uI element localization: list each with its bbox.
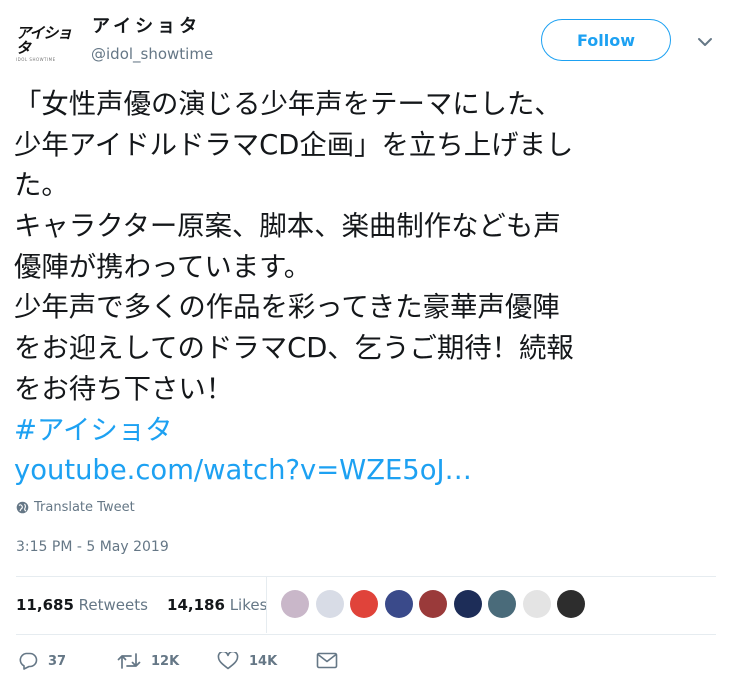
tweet-line: をお迎えしてのドラマCD、乞うご期待！続報 xyxy=(14,333,574,365)
tweet-line: 少年アイドルドラマCD企画」を立ち上げまし xyxy=(14,129,574,161)
logo-text: アイショタ xyxy=(16,24,72,57)
translate-tweet-link[interactable]: Translate Tweet xyxy=(16,500,135,515)
like-action[interactable]: 14K xyxy=(217,652,277,670)
divider xyxy=(16,576,716,577)
retweet-count: 12K xyxy=(151,653,180,669)
globe-icon xyxy=(16,501,29,514)
reply-count: 37 xyxy=(48,653,67,669)
follow-button[interactable]: Follow xyxy=(541,19,671,61)
youtube-link[interactable]: youtube.com/watch?v=WZE5oJ… xyxy=(14,451,726,492)
direct-message-action[interactable] xyxy=(316,652,338,669)
avatar[interactable] xyxy=(419,590,447,618)
hashtag-link[interactable]: #アイショタ xyxy=(14,411,726,452)
logo-subtext: IDOL SHOWTIME xyxy=(16,57,56,62)
tweet-line: 「女性声優の演じる少年声をテーマにした、 xyxy=(14,89,562,120)
tweet-line: た。 xyxy=(14,170,69,202)
avatar[interactable] xyxy=(315,590,344,618)
account-handle[interactable]: @idol_showtime xyxy=(91,44,213,64)
likes-count: 14,186 xyxy=(167,596,225,614)
account-logo[interactable]: アイショタ IDOL SHOWTIME xyxy=(16,26,74,63)
avatar[interactable] xyxy=(350,590,378,618)
tweet-text: 「女性声優の演じる少年声をテーマにした、 少年アイドルドラマCD企画」を立ち上げ… xyxy=(14,85,726,492)
avatar[interactable] xyxy=(488,590,516,618)
divider xyxy=(16,634,716,635)
tweet-line: 少年声で多くの作品を彩ってきた豪華声優陣 xyxy=(14,292,560,324)
heart-icon xyxy=(217,652,239,670)
avatar[interactable] xyxy=(281,590,309,618)
tweet-line: 優陣が携わっています。 xyxy=(14,251,312,283)
liked-by-avatars xyxy=(281,590,585,618)
avatar[interactable] xyxy=(384,590,413,618)
avatar[interactable] xyxy=(453,590,482,618)
translate-label: Translate Tweet xyxy=(34,500,135,515)
tweet-timestamp[interactable]: 3:15 PM - 5 May 2019 xyxy=(16,539,169,555)
retweet-action[interactable]: 12K xyxy=(117,652,179,670)
chevron-down-icon[interactable] xyxy=(697,35,713,49)
like-count: 14K xyxy=(249,653,278,669)
stats-divider xyxy=(266,577,267,633)
engagement-stats: 11,685 Retweets 14,186 Likes xyxy=(16,596,267,614)
retweet-icon xyxy=(117,653,141,669)
avatar[interactable] xyxy=(557,590,585,618)
retweets-stat[interactable]: 11,685 Retweets xyxy=(16,596,148,614)
avatar[interactable] xyxy=(522,590,551,618)
reply-icon xyxy=(19,652,38,670)
tweet-line: をお待ち下さい！ xyxy=(14,373,234,405)
retweets-label: Retweets xyxy=(78,596,148,614)
envelope-icon xyxy=(316,652,338,669)
likes-stat[interactable]: 14,186 Likes xyxy=(167,596,267,614)
account-name[interactable]: アイショタ xyxy=(92,15,201,39)
reply-action[interactable]: 37 xyxy=(18,652,66,670)
retweets-count: 11,685 xyxy=(16,596,74,614)
likes-label: Likes xyxy=(229,596,268,614)
tweet-line: キャラクター原案、脚本、楽曲制作なども声 xyxy=(14,211,561,243)
